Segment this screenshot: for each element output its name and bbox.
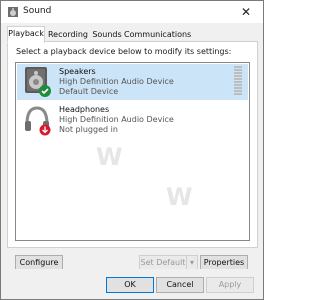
- title-bar[interactable]: Sound ✕: [1, 1, 263, 23]
- device-headphones[interactable]: Headphones High Definition Audio Device …: [17, 102, 248, 138]
- device-status: Default Device: [59, 87, 119, 96]
- device-name: Headphones: [59, 105, 110, 114]
- headphones-icon: [25, 106, 51, 136]
- speaker-icon: [25, 67, 51, 97]
- volume-meter: [234, 66, 242, 98]
- chevron-down-icon: ▾: [189, 258, 194, 267]
- cancel-button[interactable]: Cancel: [156, 277, 204, 293]
- device-description: High Definition Audio Device: [59, 77, 174, 86]
- ok-button[interactable]: OK: [106, 277, 154, 293]
- device-list[interactable]: Speakers High Definition Audio Device De…: [15, 62, 250, 241]
- device-description: High Definition Audio Device: [59, 115, 174, 124]
- close-icon: ✕: [240, 5, 252, 19]
- window-title: Sound: [23, 6, 52, 16]
- playback-panel: Select a playback device below to modify…: [7, 41, 258, 248]
- apply-button[interactable]: Apply: [206, 277, 254, 293]
- tab-sounds[interactable]: Sounds: [91, 27, 123, 42]
- device-status: Not plugged in: [59, 125, 118, 134]
- tab-recording[interactable]: Recording: [45, 27, 91, 42]
- watermark-logo: W: [96, 143, 123, 171]
- dialog-footer: OK Cancel Apply: [1, 269, 263, 299]
- tab-playback[interactable]: Playback: [7, 26, 45, 43]
- device-speakers[interactable]: Speakers High Definition Audio Device De…: [17, 64, 248, 100]
- watermark-logo: W: [166, 183, 193, 211]
- device-name: Speakers: [59, 67, 96, 76]
- speaker-app-icon: [8, 7, 18, 17]
- close-button[interactable]: ✕: [229, 1, 263, 23]
- tab-communications[interactable]: Communications: [123, 27, 191, 42]
- instruction-text: Select a playback device below to modify…: [16, 47, 232, 56]
- sound-dialog: Sound ✕ Playback Recording Sounds Commun…: [0, 0, 264, 300]
